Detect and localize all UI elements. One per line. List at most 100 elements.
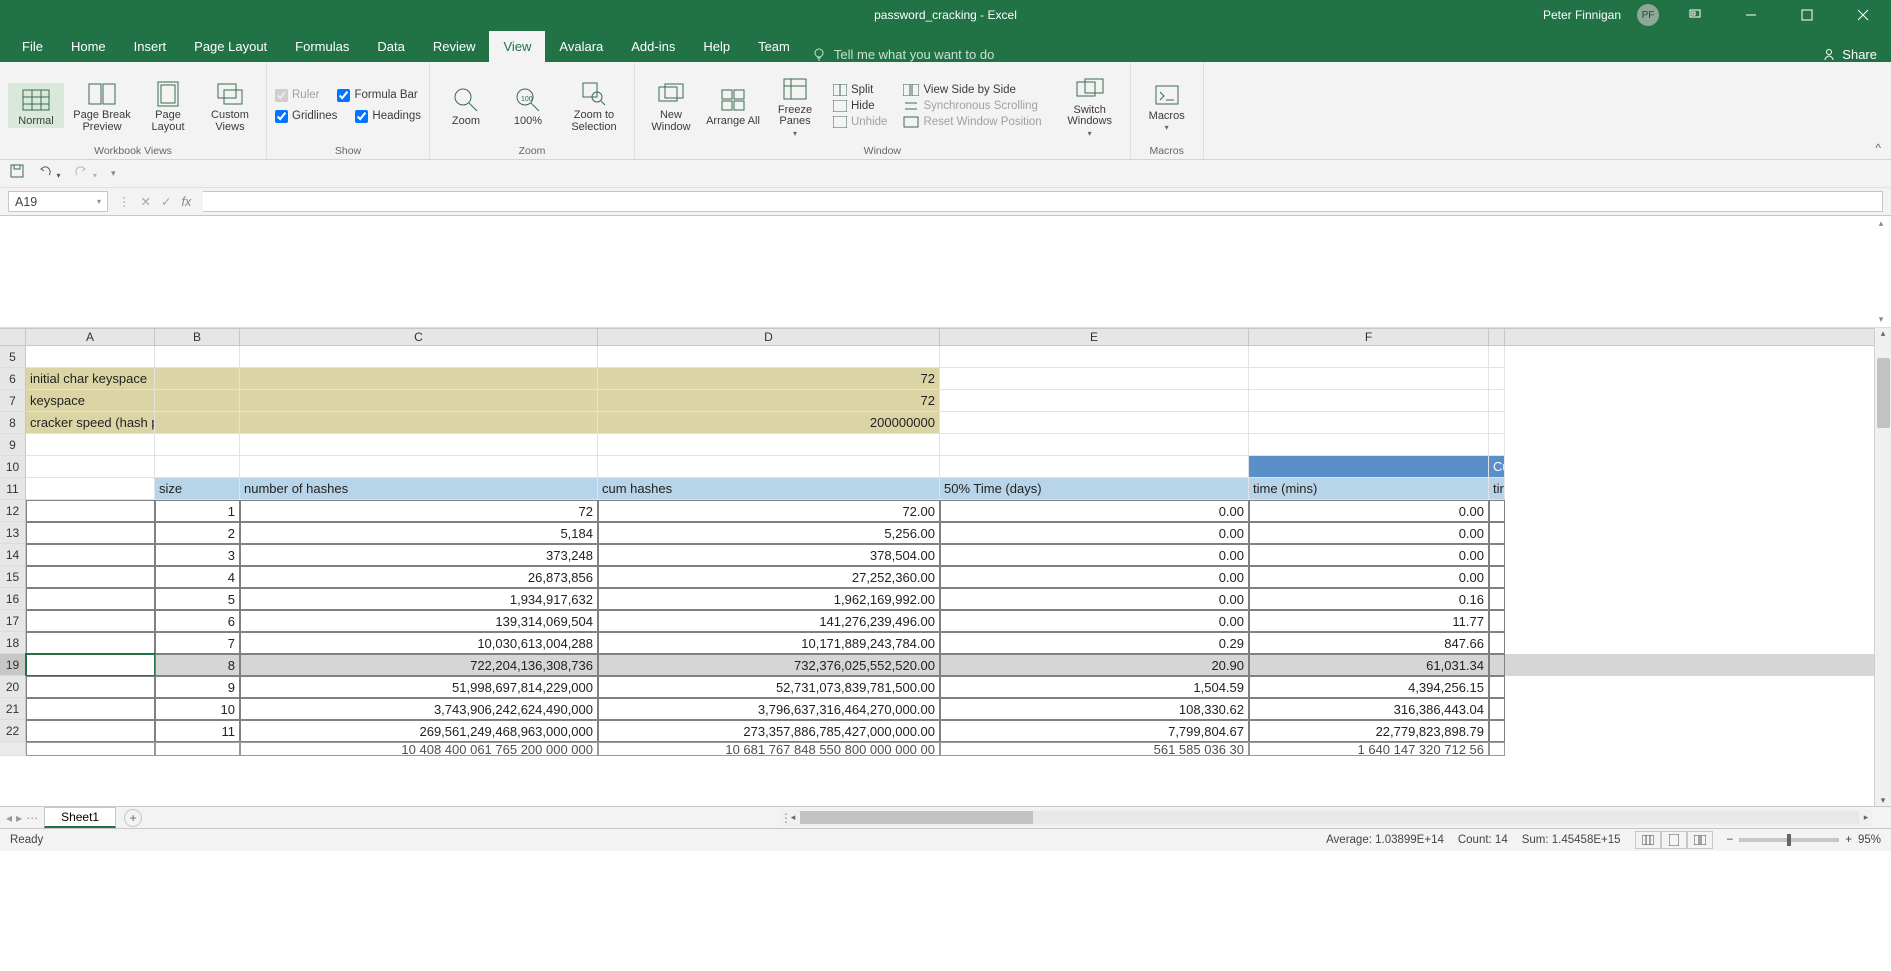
cell-E13x[interactable]: 561 585 036 30 [940, 742, 1249, 756]
row-12[interactable]: 1217272.000.000.00 [0, 500, 1891, 522]
cell-A6[interactable]: initial char keyspace [26, 368, 155, 390]
row-6[interactable]: 6initial char keyspace72 [0, 368, 1891, 390]
cell-G8[interactable] [1489, 412, 1505, 434]
row-11[interactable]: 11sizenumber of hashescum hashes50% Time… [0, 478, 1891, 500]
cell-D18[interactable]: 10,171,889,243,784.00 [598, 632, 940, 654]
tab-team[interactable]: Team [744, 31, 804, 62]
cell-G13[interactable] [1489, 522, 1505, 544]
name-box[interactable]: A19▾ [8, 191, 108, 212]
custom-views-button[interactable]: Custom Views [202, 78, 258, 133]
cell-C13[interactable]: 5,184 [240, 522, 598, 544]
cell-A15[interactable] [26, 566, 155, 588]
tab-page-layout[interactable]: Page Layout [180, 31, 281, 62]
share-button[interactable]: Share [1822, 47, 1877, 62]
cell-E22[interactable]: 7,799,804.67 [940, 720, 1249, 742]
cell-D6[interactable]: 72 [598, 368, 940, 390]
cell-G5[interactable] [1489, 346, 1505, 368]
cell-A13x[interactable] [26, 742, 155, 756]
cell-D13[interactable]: 5,256.00 [598, 522, 940, 544]
headings-checkbox[interactable]: Headings [355, 110, 421, 123]
page-layout-button[interactable]: Page Layout [140, 78, 196, 133]
sheet-nav-prev-icon[interactable]: ◂ [6, 811, 12, 825]
minimize-icon[interactable] [1731, 0, 1771, 30]
cell-C8[interactable] [240, 412, 598, 434]
formula-input[interactable] [203, 191, 1883, 212]
hide-button[interactable]: Hide [833, 100, 887, 112]
row-5[interactable]: 5 [0, 346, 1891, 368]
page-break-view-icon[interactable] [1687, 831, 1713, 849]
tab-help[interactable]: Help [689, 31, 744, 62]
cell-E7[interactable] [940, 390, 1249, 412]
cell-F9[interactable] [1249, 434, 1489, 456]
cell-B16[interactable]: 5 [155, 588, 240, 610]
sheet-tab[interactable]: Sheet1 [44, 807, 116, 828]
cell-C21[interactable]: 3,743,906,242,624,490,000 [240, 698, 598, 720]
tab-view[interactable]: View [489, 31, 545, 62]
cell-B20[interactable]: 9 [155, 676, 240, 698]
cell-D12[interactable]: 72.00 [598, 500, 940, 522]
tab-addins[interactable]: Add-ins [617, 31, 689, 62]
cell-D9[interactable] [598, 434, 940, 456]
row-19[interactable]: 198722,204,136,308,736732,376,025,552,52… [0, 654, 1891, 676]
cell-G19[interactable] [1489, 654, 1505, 676]
cell-A11[interactable] [26, 478, 155, 500]
select-all-corner[interactable] [0, 329, 26, 345]
cell-D15[interactable]: 27,252,360.00 [598, 566, 940, 588]
cell-F17[interactable]: 11.77 [1249, 610, 1489, 632]
cell-C19[interactable]: 722,204,136,308,736 [240, 654, 598, 676]
cell-C9[interactable] [240, 434, 598, 456]
cell-C11[interactable]: number of hashes [240, 478, 598, 500]
cell-C15[interactable]: 26,873,856 [240, 566, 598, 588]
row-header[interactable]: 14 [0, 544, 26, 566]
close-icon[interactable] [1843, 0, 1883, 30]
cell-B9[interactable] [155, 434, 240, 456]
zoom-in-icon[interactable]: + [1845, 834, 1852, 846]
cell-E5[interactable] [940, 346, 1249, 368]
zoom-control[interactable]: − + 95% [1727, 834, 1881, 846]
row-10[interactable]: 10Cu [0, 456, 1891, 478]
cell-B13[interactable]: 2 [155, 522, 240, 544]
cell-A22[interactable] [26, 720, 155, 742]
cell-F7[interactable] [1249, 390, 1489, 412]
cell-G12[interactable] [1489, 500, 1505, 522]
cell-A18[interactable] [26, 632, 155, 654]
arrange-all-button[interactable]: Arrange All [705, 84, 761, 128]
cell-D5[interactable] [598, 346, 940, 368]
fx-icon[interactable]: fx [181, 195, 197, 209]
sheet-nav-next-icon[interactable]: ▸ [16, 811, 22, 825]
cell-B18[interactable]: 7 [155, 632, 240, 654]
cell-A19[interactable] [26, 654, 155, 676]
row-header[interactable]: 21 [0, 698, 26, 720]
row-16[interactable]: 1651,934,917,6321,962,169,992.000.000.16 [0, 588, 1891, 610]
macros-button[interactable]: Macros▾ [1139, 79, 1195, 133]
cell-D16[interactable]: 1,962,169,992.00 [598, 588, 940, 610]
cell-A21[interactable] [26, 698, 155, 720]
tab-file[interactable]: File [8, 31, 57, 62]
col-header-d[interactable]: D [598, 329, 940, 345]
row-header[interactable]: 13 [0, 522, 26, 544]
cell-D8[interactable]: 200000000 [598, 412, 940, 434]
tell-me[interactable]: Tell me what you want to do [812, 47, 994, 62]
cell-C17[interactable]: 139,314,069,504 [240, 610, 598, 632]
cell-A8[interactable]: cracker speed (hash per second) [26, 412, 155, 434]
switch-windows-button[interactable]: Switch Windows▾ [1058, 73, 1122, 138]
add-sheet-button[interactable]: + [124, 809, 142, 827]
cell-C20[interactable]: 51,998,697,814,229,000 [240, 676, 598, 698]
cell-C18[interactable]: 10,030,613,004,288 [240, 632, 598, 654]
col-header-partial[interactable] [1489, 329, 1505, 345]
cell-A7[interactable]: keyspace [26, 390, 155, 412]
split-button[interactable]: Split [833, 84, 887, 96]
cell-G10[interactable]: Cu [1489, 456, 1505, 478]
cell-C22[interactable]: 269,561,249,468,963,000,000 [240, 720, 598, 742]
cell-B13x[interactable] [155, 742, 240, 756]
cell-A20[interactable] [26, 676, 155, 698]
row-header[interactable]: 15 [0, 566, 26, 588]
cell-A13[interactable] [26, 522, 155, 544]
row-header[interactable]: 22 [0, 720, 26, 742]
cell-G17[interactable] [1489, 610, 1505, 632]
collapse-ribbon-icon[interactable]: ^ [1875, 141, 1881, 155]
scroll-thumb[interactable] [1877, 358, 1890, 428]
row-13[interactable]: 1325,1845,256.000.000.00 [0, 522, 1891, 544]
row-header[interactable]: 7 [0, 390, 26, 412]
cell-A5[interactable] [26, 346, 155, 368]
